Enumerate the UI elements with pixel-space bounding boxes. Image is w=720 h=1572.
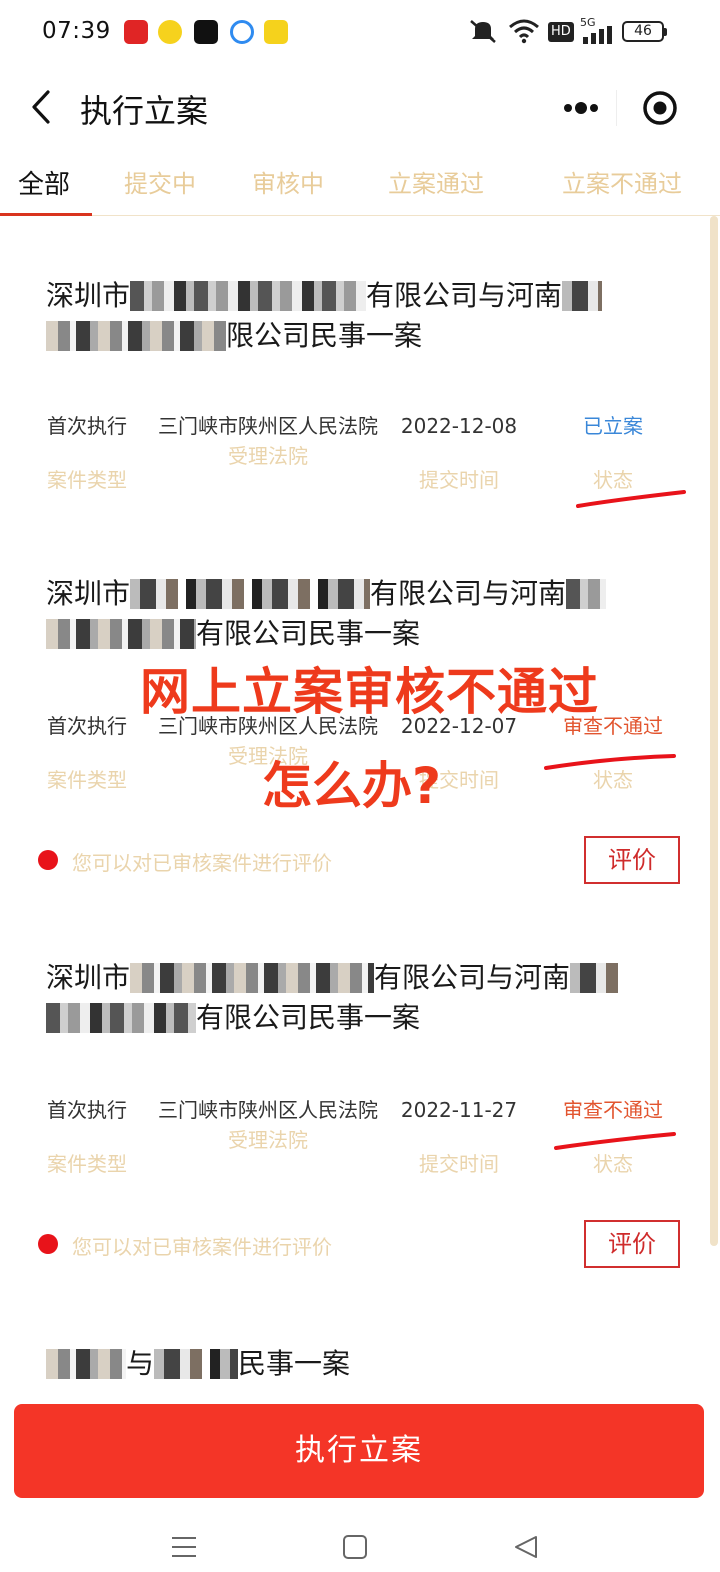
mute-icon: [470, 20, 496, 43]
app-notification-icon: [264, 20, 288, 44]
app-notification-icon: [158, 20, 182, 44]
case-card[interactable]: 与 民事一案: [0, 1330, 710, 1400]
redacted-text: [562, 281, 603, 311]
rate-button[interactable]: 评价: [584, 836, 680, 884]
back-arrow-icon[interactable]: [24, 84, 64, 130]
page-title: 执行立案: [80, 92, 209, 130]
submit-date-value: 2022-12-08: [400, 414, 518, 438]
annotation-text: 怎么办?: [262, 757, 442, 815]
redacted-text: [46, 321, 226, 351]
case-title-text: 与: [126, 1347, 155, 1380]
redacted-text: [570, 963, 627, 993]
scrollbar[interactable]: [710, 216, 718, 1246]
rating-hint: 您可以对已审核案件进行评价: [72, 851, 332, 875]
tab-rejected[interactable]: 立案不通过: [562, 164, 682, 199]
signal-icon: [583, 26, 612, 44]
handwritten-underline: [554, 1132, 676, 1150]
capsule-divider: [616, 90, 617, 126]
case-title-text: 有限公司与河南: [366, 279, 563, 312]
case-type-cell: 首次执行 案件类型: [30, 414, 144, 492]
mini-program-capsule: [536, 78, 696, 138]
case-type-value: 首次执行: [47, 714, 127, 738]
rating-hint: 您可以对已审核案件进行评价: [72, 1235, 332, 1259]
case-card[interactable]: 深圳市 有限公司与河南 有限公司民事一案 首次执行 案件类型 三门峡市陕州区人民法…: [0, 560, 710, 890]
case-title-text: 有限公司与河南: [370, 577, 567, 610]
more-dots-icon[interactable]: [550, 90, 610, 126]
status-bar: 07:39 HD 5G 46: [0, 0, 720, 64]
browser-icon: [230, 20, 254, 44]
rating-row: 您可以对已审核案件进行评价 评价: [0, 1220, 710, 1270]
date-cell: 2022-12-08 提交时间: [392, 414, 526, 492]
case-type-value: 首次执行: [47, 1098, 127, 1122]
close-target-icon[interactable]: [640, 90, 680, 126]
redacted-text: [154, 1349, 239, 1379]
handwritten-underline: [544, 754, 676, 770]
case-title-text: 深圳市: [46, 577, 131, 610]
court-label: 受理法院: [228, 1128, 308, 1152]
status-time: 07:39: [42, 18, 111, 44]
create-case-button[interactable]: 执行立案: [14, 1404, 704, 1498]
case-type-label: 案件类型: [47, 768, 127, 792]
wifi-icon: [509, 19, 539, 44]
menu-icon[interactable]: [170, 1534, 198, 1560]
case-title-text: 深圳市: [46, 961, 131, 994]
case-title-text: 有限公司民事一案: [196, 1001, 421, 1034]
court-cell: 三门峡市陕州区人民法院 受理法院: [156, 414, 380, 468]
court-value: 三门峡市陕州区人民法院: [158, 1098, 378, 1122]
status-value: 审查不通过: [563, 1098, 663, 1122]
wps-icon: [194, 20, 218, 44]
status-value: 已立案: [583, 414, 643, 438]
hd-badge: HD: [548, 22, 574, 42]
case-title: 与 民事一案: [46, 1344, 656, 1384]
court-value: 三门峡市陕州区人民法院: [158, 414, 378, 438]
court-cell: 三门峡市陕州区人民法院 受理法院: [156, 1098, 380, 1152]
tab-submitting[interactable]: 提交中: [124, 164, 196, 199]
case-type-label: 案件类型: [47, 468, 127, 492]
handwritten-underline: [576, 490, 686, 508]
case-title-text: 有限公司与河南: [374, 961, 571, 994]
case-card[interactable]: 深圳市 有限公司与河南 限公司民事一案 首次执行 案件类型 三门峡市陕州区人民法院…: [0, 216, 710, 508]
red-dot-icon: [38, 850, 58, 870]
submit-date-value: 2022-11-27: [400, 1098, 518, 1122]
submit-date-label: 提交时间: [419, 468, 499, 492]
annotation-text: 网上立案审核不通过: [140, 663, 599, 721]
case-title-text: 深圳市: [46, 279, 131, 312]
case-title: 深圳市 有限公司与河南 有限公司民事一案: [46, 958, 656, 1038]
status-label: 状态: [593, 1152, 633, 1176]
tab-reviewing[interactable]: 审核中: [252, 164, 324, 199]
case-type-cell: 首次执行 案件类型: [30, 714, 144, 792]
back-triangle-icon[interactable]: [512, 1534, 540, 1560]
case-title-text: 有限公司民事一案: [196, 617, 421, 650]
redacted-text: [130, 281, 367, 311]
rate-button[interactable]: 评价: [584, 1220, 680, 1268]
app-notification-icon: [124, 20, 148, 44]
status-cell: 已立案 状态: [548, 414, 678, 492]
redacted-text: [566, 579, 607, 609]
nav-bar: 执行立案: [0, 64, 720, 150]
redacted-text: [46, 619, 196, 649]
case-type-value: 首次执行: [47, 414, 127, 438]
battery-indicator: 46: [622, 21, 667, 42]
redacted-text: [46, 1349, 126, 1379]
redacted-text: [130, 963, 375, 993]
case-type-label: 案件类型: [47, 1152, 127, 1176]
rating-row: 您可以对已审核案件进行评价 评价: [0, 836, 710, 886]
case-title: 深圳市 有限公司与河南 有限公司民事一案: [46, 574, 656, 654]
court-label: 受理法院: [228, 444, 308, 468]
case-type-cell: 首次执行 案件类型: [30, 1098, 144, 1176]
case-title-text: 限公司民事一案: [226, 319, 423, 352]
case-card[interactable]: 深圳市 有限公司与河南 有限公司民事一案 首次执行 案件类型 三门峡市陕州区人民法…: [0, 944, 710, 1274]
red-dot-icon: [38, 1234, 58, 1254]
case-title-text: 民事一案: [238, 1347, 351, 1380]
tab-all[interactable]: 全部: [18, 164, 70, 201]
date-cell: 2022-11-27 提交时间: [392, 1098, 526, 1176]
submit-date-label: 提交时间: [419, 1152, 499, 1176]
redacted-text: [130, 579, 371, 609]
home-icon[interactable]: [342, 1534, 368, 1560]
case-title: 深圳市 有限公司与河南 限公司民事一案: [46, 276, 656, 356]
tab-approved[interactable]: 立案通过: [388, 164, 484, 199]
system-nav-bar: [0, 1520, 720, 1572]
status-tabs: 全部 提交中 审核中 立案通过 立案不通过: [0, 150, 720, 216]
redacted-text: [46, 1003, 196, 1033]
